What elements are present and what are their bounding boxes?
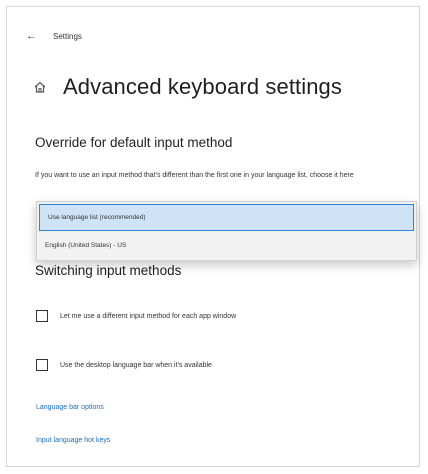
desktop-language-bar-checkbox[interactable] [36, 359, 48, 371]
dropdown-option-use-language-list[interactable]: Use language list (recommended) [39, 204, 414, 231]
per-app-input-checkbox[interactable] [36, 310, 48, 322]
override-description: If you want to use an input method that'… [35, 172, 354, 179]
dropdown-option-english-us[interactable]: English (United States) - US [37, 231, 416, 259]
home-icon [33, 80, 47, 94]
back-arrow-icon[interactable]: ← [26, 30, 37, 42]
desktop-language-bar-label: Use the desktop language bar when it's a… [60, 361, 212, 369]
page-header: Advanced keyboard settings [33, 74, 342, 100]
page-title: Advanced keyboard settings [63, 74, 342, 99]
title-bar: ← Settings [26, 28, 82, 44]
language-bar-options-link[interactable]: Language bar options [36, 404, 104, 411]
switching-heading: Switching input methods [35, 263, 182, 278]
window-title: Settings [53, 31, 82, 41]
checkbox-row-per-app-input[interactable]: Let me use a different input method for … [36, 310, 236, 322]
override-heading: Override for default input method [35, 135, 233, 150]
input-method-dropdown[interactable]: Use language list (recommended) English … [36, 201, 417, 261]
input-language-hot-keys-link[interactable]: Input language hot keys [36, 437, 110, 444]
checkbox-row-desktop-language-bar[interactable]: Use the desktop language bar when it's a… [36, 359, 212, 371]
per-app-input-label: Let me use a different input method for … [60, 312, 237, 320]
